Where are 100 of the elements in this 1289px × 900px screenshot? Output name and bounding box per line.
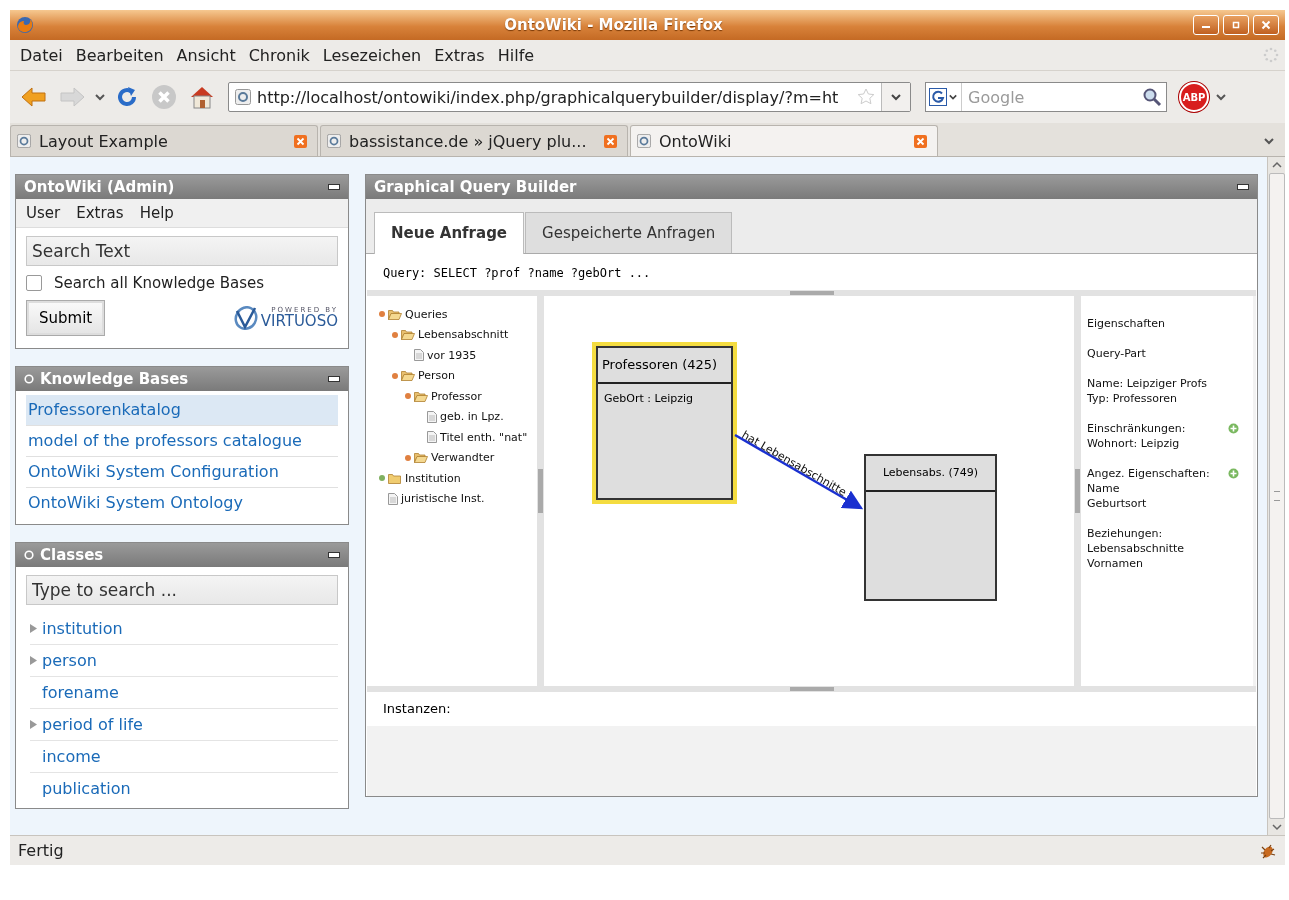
history-dropdown-button[interactable] [881, 83, 910, 111]
class-link[interactable]: publication [42, 779, 131, 798]
browser-tab[interactable]: OntoWiki [630, 125, 938, 156]
property-text: Name: Leipziger Profs [1087, 376, 1208, 391]
property-text: Eigenschaften [1087, 316, 1165, 331]
expand-triangle-icon[interactable] [30, 720, 37, 729]
menu-item[interactable]: Chronik [246, 45, 317, 65]
panel-menu-item[interactable]: User [26, 204, 61, 222]
search-field[interactable]: Search Text [26, 236, 338, 266]
menu-item[interactable]: Lesezeichen [320, 45, 429, 65]
checkbox-label: Search all Knowledge Bases [54, 274, 265, 292]
document-icon [414, 349, 424, 362]
chevron-down-icon[interactable] [1263, 136, 1275, 146]
checkbox[interactable] [26, 275, 42, 291]
property-text: Typ: Professoren [1087, 391, 1177, 406]
circle-icon [24, 550, 34, 560]
query-text: Query: SELECT ?prof ?name ?gebOrt ... [367, 256, 1256, 290]
menu-item[interactable]: Ansicht [174, 45, 243, 65]
tree-item[interactable]: Institution [405, 471, 461, 485]
submit-button[interactable]: Submit [26, 300, 106, 336]
tab[interactable]: Gespeicherte Anfragen [525, 212, 733, 253]
panel-menu-item[interactable]: Extras [76, 204, 124, 222]
browser-tab[interactable]: Layout Example [10, 125, 318, 156]
tree-item[interactable]: vor 1935 [427, 348, 477, 362]
maximize-icon [1231, 20, 1241, 30]
tree-item[interactable]: Lebensabschnitt [418, 328, 509, 342]
close-icon [1261, 20, 1271, 30]
class-link[interactable]: person [42, 651, 97, 670]
close-button[interactable] [1253, 15, 1279, 35]
class-link[interactable]: period of life [42, 715, 143, 734]
tree-item[interactable]: Professor [431, 389, 482, 403]
chevron-down-icon [890, 92, 902, 102]
query-node[interactable]: Lebensabs. (749) [864, 454, 997, 601]
knowledge-base-link[interactable]: OntoWiki System Configuration [26, 457, 338, 488]
star-icon[interactable] [857, 88, 875, 106]
page-icon [235, 89, 251, 105]
document-icon [427, 431, 437, 444]
chevron-down-icon[interactable] [1271, 823, 1282, 831]
knowledge-base-link[interactable]: model of the professors catalogue [26, 426, 338, 457]
minimize-icon[interactable] [328, 184, 340, 190]
minimize-icon[interactable] [328, 376, 340, 382]
add-icon[interactable] [1228, 423, 1239, 434]
knowledge-base-link[interactable]: Professorenkatalog [26, 395, 338, 426]
property-text: Query-Part [1087, 346, 1146, 361]
close-tab-icon[interactable] [914, 134, 927, 148]
chevron-down-icon [948, 93, 958, 101]
menu-item[interactable]: Datei [18, 45, 70, 65]
tree-item[interactable]: geb. in Lpz. [440, 410, 504, 424]
document-icon [427, 410, 437, 423]
instances-label: Instanzen: [367, 692, 1256, 726]
panel-menu-item[interactable]: Help [139, 204, 174, 222]
property-text: Angez. Eigenschaften: [1087, 466, 1210, 481]
window-title: OntoWiki - Mozilla Firefox [503, 16, 724, 34]
tree-item[interactable]: Queries [405, 307, 448, 321]
status-text: Fertig [18, 841, 64, 860]
chevron-down-icon[interactable] [1215, 92, 1227, 102]
close-tab-icon[interactable] [294, 134, 307, 148]
panel-title: OntoWiki (Admin) [24, 178, 176, 196]
class-link[interactable]: forename [42, 683, 119, 702]
expand-triangle-icon[interactable] [30, 624, 37, 633]
page-icon [327, 134, 341, 148]
property-text: Lebensabschnitte [1087, 541, 1185, 556]
minimize-button[interactable] [1193, 15, 1219, 35]
scrollbar[interactable] [1267, 157, 1285, 835]
add-icon[interactable] [1228, 468, 1239, 479]
expand-triangle-icon[interactable] [30, 656, 37, 665]
search-field[interactable]: Type to search ... [26, 575, 338, 605]
property-text: Beziehungen: [1087, 526, 1163, 541]
minimize-icon[interactable] [1237, 184, 1249, 190]
close-tab-icon[interactable] [604, 134, 617, 148]
menu-item[interactable]: Hilfe [495, 45, 542, 65]
document-icon [388, 492, 398, 505]
class-link[interactable]: income [42, 747, 101, 766]
tree-item[interactable]: Titel enth. "nat" [440, 430, 528, 444]
knowledge-base-link[interactable]: OntoWiki System Ontology [26, 488, 338, 518]
search-field[interactable]: Google [925, 82, 1167, 112]
search-icon[interactable] [1142, 87, 1162, 107]
node-title: Lebensabs. (749) [866, 456, 995, 492]
virtuoso-logo-icon [232, 306, 259, 330]
property-text: Name [1087, 481, 1120, 496]
throbber-icon [1263, 47, 1279, 63]
menu-item[interactable]: Extras [432, 45, 492, 65]
tree-item[interactable]: Verwandter [431, 451, 495, 465]
url-field[interactable]: http://localhost/ontowiki/index.php/graphicalquerybuilder/display/?m=ht [228, 82, 911, 112]
minimize-icon[interactable] [328, 552, 340, 558]
browser-tab[interactable]: bassistance.de » jQuery plu... [320, 125, 628, 156]
panel-title: Classes [40, 546, 105, 564]
maximize-button[interactable] [1223, 15, 1249, 35]
node-title: Professoren (425) [598, 348, 731, 384]
node-attribute: GebOrt : Leipzig [604, 392, 695, 405]
property-text: Wohnort: Leipzig [1087, 436, 1180, 451]
chevron-down-icon[interactable] [94, 92, 106, 102]
menu-item[interactable]: Bearbeiten [73, 45, 171, 65]
adblock-button[interactable]: ABP [1179, 82, 1209, 112]
chevron-up-icon[interactable] [1271, 161, 1282, 169]
tab[interactable]: Neue Anfrage [374, 212, 525, 254]
class-link[interactable]: institution [42, 619, 123, 638]
tree-item[interactable]: Person [418, 369, 455, 383]
search-engine-button[interactable] [926, 83, 962, 111]
tree-item[interactable]: juristische Inst. [401, 492, 485, 506]
